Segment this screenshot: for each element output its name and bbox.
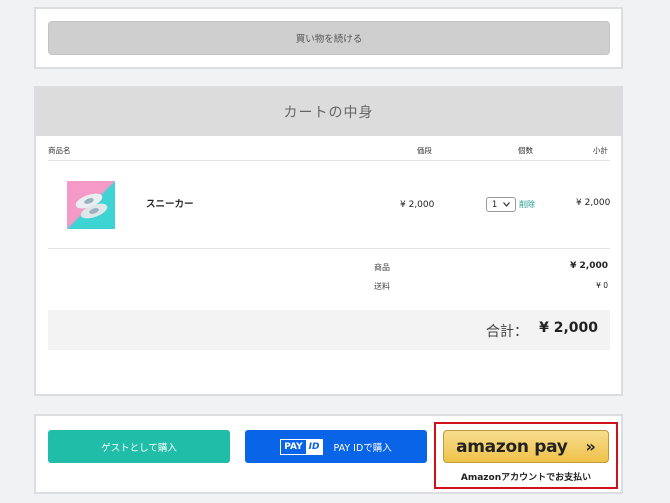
total-value: ¥ 2,000: [539, 320, 598, 336]
column-header-qty: 個数: [518, 146, 533, 155]
product-thumbnail[interactable]: [67, 181, 115, 229]
payid-purchase-button[interactable]: PAY ID PAY IDで購入: [245, 430, 427, 463]
payid-label: PAY IDで購入: [333, 442, 392, 454]
quantity-select[interactable]: 1: [486, 197, 516, 212]
chevron-down-icon: [503, 202, 511, 207]
summary-goods-value: ¥ 2,000: [570, 261, 608, 271]
continue-panel: 買い物を続ける: [34, 7, 623, 69]
summary-shipping-value: ¥ 0: [596, 281, 608, 290]
summary-shipping-label: 送料: [374, 282, 390, 291]
total-label: 合計：: [486, 324, 528, 340]
product-name[interactable]: スニーカー: [146, 196, 194, 210]
total-box: 合計： ¥ 2,000: [48, 310, 610, 350]
column-header-price: 価段: [417, 146, 432, 155]
continue-shopping-button[interactable]: 買い物を続ける: [48, 21, 610, 55]
payid-logo-icon: PAY ID: [280, 438, 324, 455]
amazon-pay-highlight: amazon pay » Amazonアカウントでお支払い: [434, 422, 618, 489]
summary-goods-label: 商品: [374, 263, 390, 272]
divider: [48, 160, 610, 161]
divider: [48, 248, 610, 249]
cart-title: カートの中身: [36, 88, 621, 136]
cart-panel: カートの中身 商品名 価段 個数 小計 スニーカー ¥ 2,000 1 削除 ¥…: [34, 86, 623, 396]
double-chevron-right-icon: »: [585, 437, 596, 456]
column-header-name: 商品名: [48, 146, 71, 155]
amazon-pay-caption: Amazonアカウントでお支払い: [460, 473, 592, 483]
product-subtotal: ¥ 2,000: [576, 198, 611, 208]
delete-link[interactable]: 削除: [519, 199, 535, 210]
guest-purchase-button[interactable]: ゲストとして購入: [48, 430, 230, 463]
product-price: ¥ 2,000: [400, 200, 435, 210]
payment-panel: ゲストとして購入 PAY ID PAY IDで購入 amazon pay » Am…: [34, 414, 623, 494]
amazon-pay-logo: amazon pay: [456, 436, 568, 457]
quantity-value: 1: [491, 199, 498, 210]
column-header-subtotal: 小計: [593, 146, 608, 155]
amazon-pay-button[interactable]: amazon pay »: [443, 430, 609, 463]
